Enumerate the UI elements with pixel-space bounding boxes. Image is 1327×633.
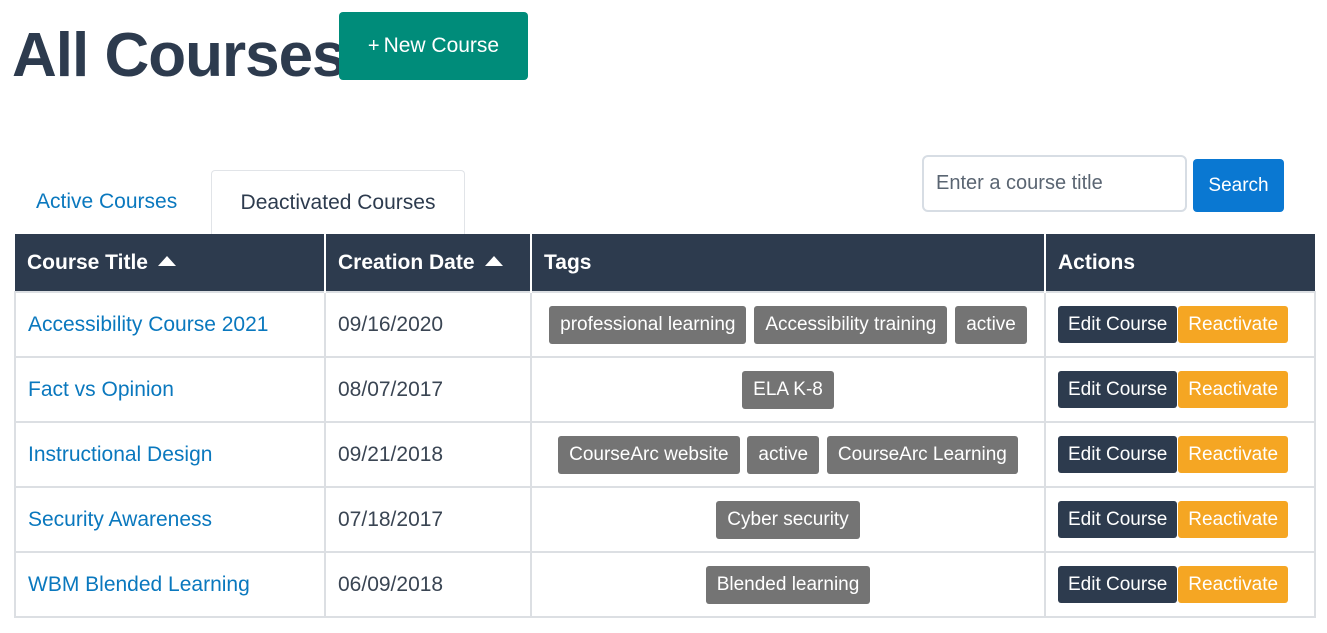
tags-cell: ELA K-8 xyxy=(530,356,1046,423)
course-title-cell: Security Awareness xyxy=(14,486,326,553)
reactivate-button[interactable]: Reactivate xyxy=(1178,566,1289,603)
new-course-button[interactable]: + New Course xyxy=(339,12,528,80)
tab-active-courses[interactable]: Active Courses xyxy=(14,170,211,234)
search-input[interactable] xyxy=(922,155,1187,212)
actions-cell: Edit Course Reactivate xyxy=(1044,551,1316,618)
tab-deactivated-courses[interactable]: Deactivated Courses xyxy=(211,170,465,234)
table-header-row: Course Title Creation Date Tags Actions xyxy=(15,234,1315,292)
tag-badge: Cyber security xyxy=(716,500,860,539)
course-title-link[interactable]: Security Awareness xyxy=(28,508,212,531)
edit-course-button[interactable]: Edit Course xyxy=(1058,566,1178,603)
creation-date: 06/09/2018 xyxy=(324,551,532,618)
edit-course-button[interactable]: Edit Course xyxy=(1058,371,1178,408)
reactivate-button[interactable]: Reactivate xyxy=(1178,436,1289,473)
tags-cell: CourseArc website active CourseArc Learn… xyxy=(530,421,1046,488)
reactivate-button[interactable]: Reactivate xyxy=(1178,501,1289,538)
tag-badge: CourseArc Learning xyxy=(826,435,1018,474)
course-title-cell: WBM Blended Learning xyxy=(14,551,326,618)
creation-date: 07/18/2017 xyxy=(324,486,532,553)
course-title-link[interactable]: WBM Blended Learning xyxy=(28,573,250,596)
course-title-link[interactable]: Instructional Design xyxy=(28,443,212,466)
column-header-creation-date[interactable]: Creation Date xyxy=(325,234,532,292)
actions-cell: Edit Course Reactivate xyxy=(1044,356,1316,423)
column-header-tags: Tags xyxy=(531,234,1046,292)
edit-course-button[interactable]: Edit Course xyxy=(1058,306,1178,343)
column-header-actions: Actions xyxy=(1045,234,1315,292)
course-tabs: Active Courses Deactivated Courses xyxy=(14,170,465,234)
course-title-cell: Instructional Design xyxy=(14,421,326,488)
tag-badge: active xyxy=(747,435,820,474)
course-title-cell: Fact vs Opinion xyxy=(14,356,326,423)
actions-cell: Edit Course Reactivate xyxy=(1044,486,1316,553)
column-label: Course Title xyxy=(27,250,148,274)
tag-badge: ELA K-8 xyxy=(742,370,834,409)
search-button[interactable]: Search xyxy=(1193,159,1284,212)
edit-course-button[interactable]: Edit Course xyxy=(1058,436,1178,473)
creation-date: 08/07/2017 xyxy=(324,356,532,423)
edit-course-button[interactable]: Edit Course xyxy=(1058,501,1178,538)
tag-badge: CourseArc website xyxy=(558,435,740,474)
courses-table: Course Title Creation Date Tags Actions … xyxy=(14,234,1316,618)
table-row: Fact vs Opinion 08/07/2017 ELA K-8 Edit Cou… xyxy=(14,356,1316,423)
new-course-label: New Course xyxy=(383,34,500,57)
course-title-cell: Accessibility Course 2021 xyxy=(14,291,326,358)
column-header-course-title[interactable]: Course Title xyxy=(15,234,326,292)
course-title-link[interactable]: Fact vs Opinion xyxy=(28,378,174,401)
tags-cell: Cyber security xyxy=(530,486,1046,553)
table-row: Accessibility Course 2021 09/16/2020 profe… xyxy=(14,291,1316,358)
sort-up-icon xyxy=(157,255,176,266)
tags-cell: professional learning Accessibility trai… xyxy=(530,291,1046,358)
tag-badge: active xyxy=(955,305,1027,344)
course-title-link[interactable]: Accessibility Course 2021 xyxy=(28,313,268,336)
actions-cell: Edit Course Reactivate xyxy=(1044,421,1316,488)
sort-up-icon xyxy=(484,255,503,266)
plus-icon: + xyxy=(367,34,380,57)
table-row: Instructional Design 09/21/2018 CourseArc … xyxy=(14,421,1316,488)
reactivate-button[interactable]: Reactivate xyxy=(1178,371,1289,408)
creation-date: 09/16/2020 xyxy=(324,291,532,358)
table-row: Security Awareness 07/18/2017 Cyber securi… xyxy=(14,486,1316,553)
actions-cell: Edit Course Reactivate xyxy=(1044,291,1316,358)
creation-date: 09/21/2018 xyxy=(324,421,532,488)
tag-badge: professional learning xyxy=(549,305,747,344)
reactivate-button[interactable]: Reactivate xyxy=(1178,306,1289,343)
tag-badge: Accessibility training xyxy=(754,305,948,344)
table-row: WBM Blended Learning 06/09/2018 Blended le… xyxy=(14,551,1316,618)
tags-cell: Blended learning xyxy=(530,551,1046,618)
column-label: Creation Date xyxy=(338,250,475,274)
tag-badge: Blended learning xyxy=(705,565,871,604)
page-title: All Courses xyxy=(12,21,347,90)
